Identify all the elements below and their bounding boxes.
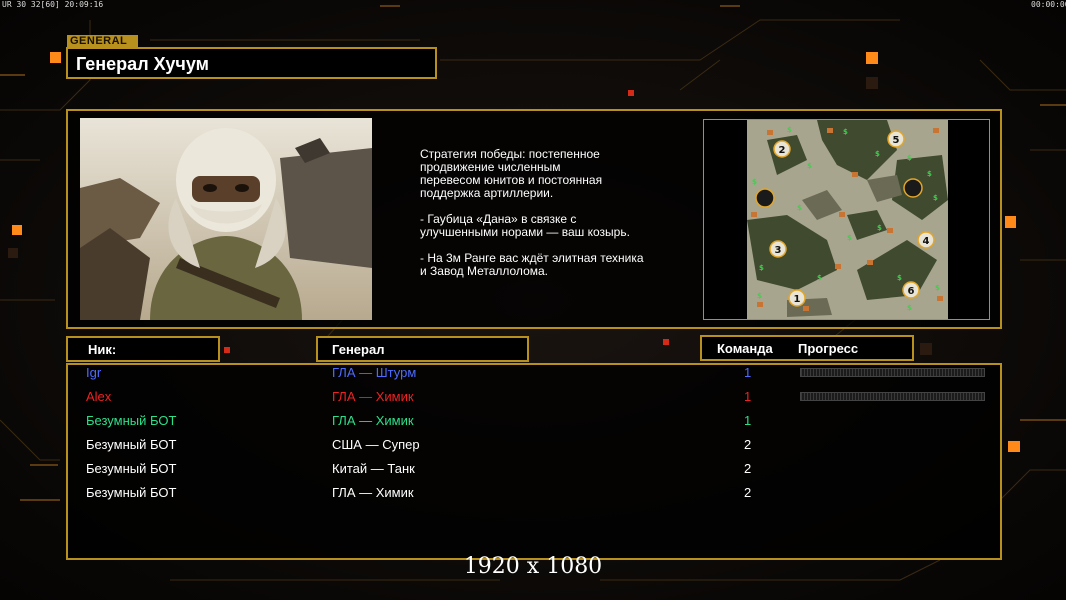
player-team: 2 (744, 461, 752, 476)
start-position-1: 1 (794, 294, 801, 305)
nick-header-label: Ник: (88, 342, 117, 357)
start-position-6: 6 (908, 286, 915, 297)
description-line: и Завод Металлолома. (420, 264, 549, 278)
svg-text:$: $ (875, 150, 880, 158)
svg-text:$: $ (843, 128, 848, 136)
player-nick: Безумный БОТ (86, 461, 177, 476)
title-box: Генерал Хучум (66, 47, 437, 79)
player-row[interactable]: Безумный БОТ Китай — Танк 2 (0, 461, 1066, 485)
start-position-2: 2 (779, 145, 786, 156)
svg-text:$: $ (847, 234, 852, 242)
player-general: ГЛА — Химик (332, 389, 414, 404)
svg-text:$: $ (897, 274, 902, 282)
hud-stats: UR 30 32[60] 20:09:16 (2, 0, 104, 9)
player-nick: Alex (86, 389, 112, 404)
player-general: США — Супер (332, 437, 420, 452)
svg-text:$: $ (797, 204, 802, 212)
team-progress-header: Команда Прогресс (700, 335, 914, 361)
general-header: Генерал (316, 336, 529, 362)
player-general: Китай — Танк (332, 461, 415, 476)
player-progress-bar (800, 368, 985, 377)
svg-text:$: $ (907, 154, 912, 162)
svg-text:$: $ (933, 194, 938, 202)
general-description: Стратегия победы: постепенное продвижени… (420, 148, 680, 278)
description-line: поддержка артиллерии. (420, 186, 554, 200)
svg-text:$: $ (927, 170, 932, 178)
player-progress-bar (800, 392, 985, 401)
player-general: ГЛА — Химик (332, 413, 414, 428)
player-team: 1 (744, 365, 752, 380)
svg-text:$: $ (935, 284, 940, 292)
svg-text:$: $ (759, 264, 764, 272)
svg-text:$: $ (907, 304, 912, 312)
nick-header: Ник: (66, 336, 220, 362)
player-team: 1 (744, 413, 752, 428)
player-team: 2 (744, 437, 752, 452)
player-nick: Безумный БОТ (86, 413, 177, 428)
player-row[interactable]: Безумный БОТ ГЛА — Химик 1 (0, 413, 1066, 437)
general-header-label: Генерал (332, 342, 385, 357)
player-row[interactable]: Igr ГЛА — Штурм 1 (0, 365, 1066, 389)
svg-text:$: $ (752, 178, 757, 186)
start-position-4: 4 (923, 236, 930, 247)
player-nick: Igr (86, 365, 102, 380)
svg-text:$: $ (787, 126, 792, 134)
player-general: ГЛА — Штурм (332, 365, 417, 380)
hud-clock: 00:00:00 (1031, 0, 1066, 9)
player-row[interactable]: Безумный БОТ США — Супер 2 (0, 437, 1066, 461)
team-header-label: Команда (717, 341, 773, 356)
general-portrait-image (80, 118, 372, 320)
svg-text:$: $ (807, 162, 812, 170)
svg-text:$: $ (757, 292, 762, 300)
minimap-image[interactable]: $$$ $$$ $$$ $$$ $$$ $$$ 1 2 3 4 5 6 (747, 120, 948, 319)
player-general: ГЛА — Химик (332, 485, 414, 500)
svg-text:$: $ (817, 274, 822, 282)
start-position-3: 3 (775, 245, 782, 256)
player-row[interactable]: Alex ГЛА — Химик 1 (0, 389, 1066, 413)
resolution-label: 1920 x 1080 (463, 554, 603, 579)
svg-text:$: $ (877, 224, 882, 232)
general-title: Генерал Хучум (76, 54, 209, 74)
description-line: улучшенными норами — ваш козырь. (420, 225, 630, 239)
progress-header-label: Прогресс (798, 341, 859, 356)
player-nick: Безумный БОТ (86, 485, 177, 500)
player-nick: Безумный БОТ (86, 437, 177, 452)
player-row[interactable]: Безумный БОТ ГЛА — Химик 2 (0, 485, 1066, 509)
player-team: 1 (744, 389, 752, 404)
start-position-5: 5 (893, 135, 900, 146)
player-team: 2 (744, 485, 752, 500)
